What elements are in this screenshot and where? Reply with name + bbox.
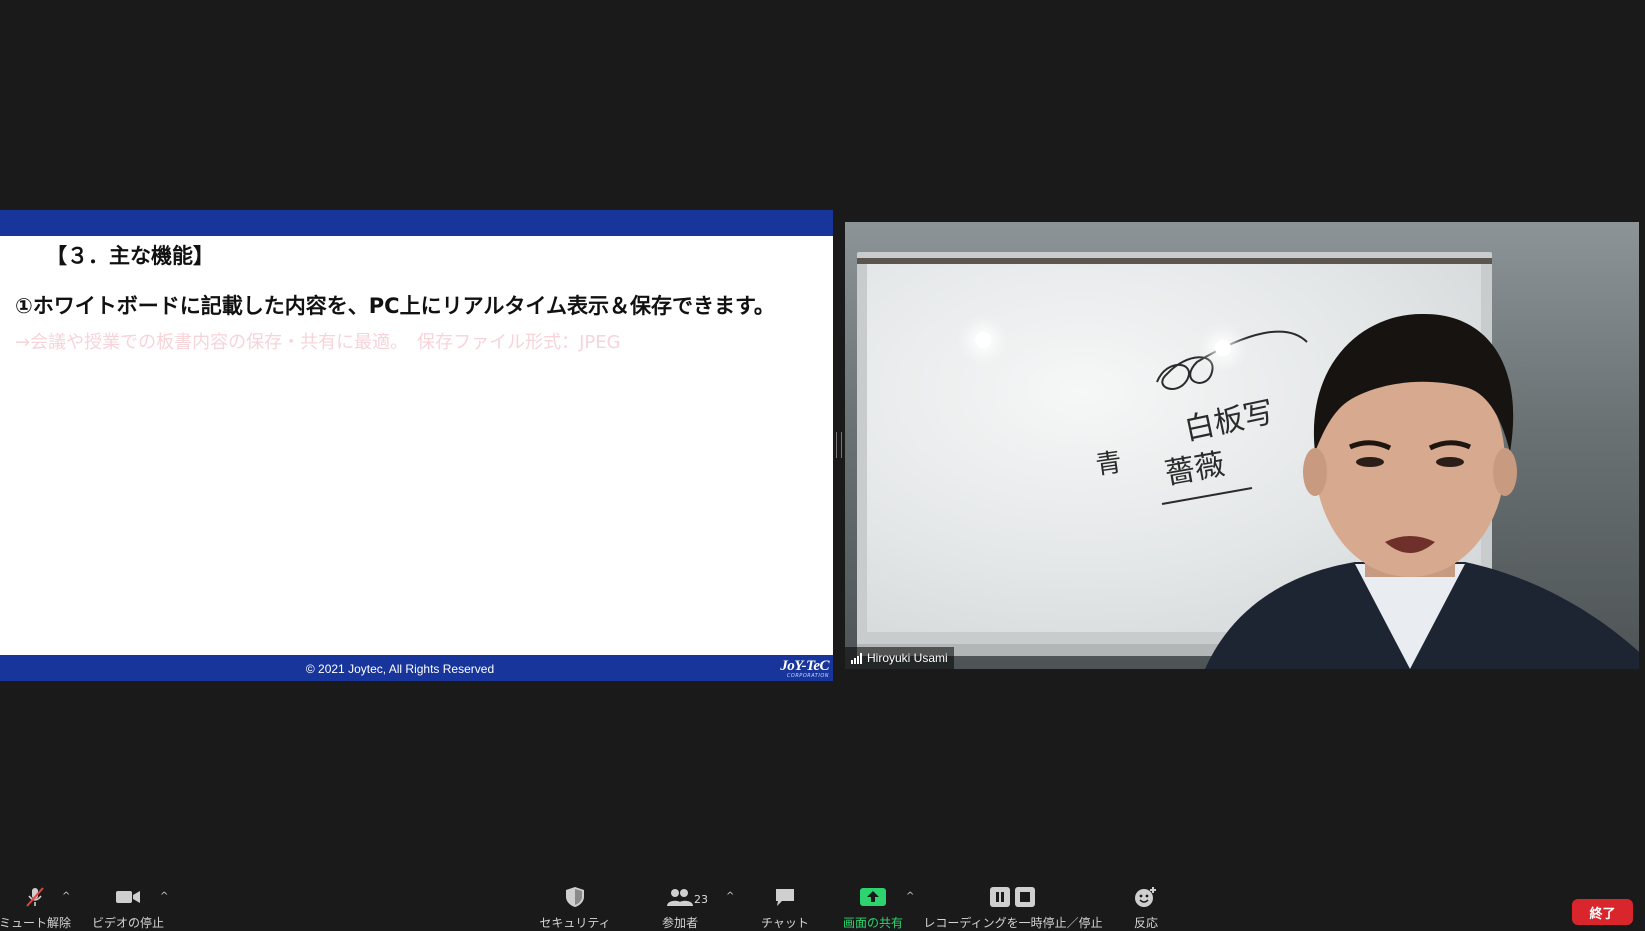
participant-name-tag: Hiroyuki Usami [845,647,954,669]
slide-top-band [0,210,833,236]
split-view-handle[interactable] [836,432,842,458]
end-meeting-button[interactable]: 終了 [1572,899,1633,925]
mute-button[interactable]: ミュート解除 [0,885,72,931]
recording-label: レコーディングを一時停止／停止 [923,916,1103,930]
shared-slide: 【３．主な機能】 ①ホワイトボードに記載した内容を、PC上にリアルタイム表示＆保… [0,210,833,681]
stop-video-label: ビデオの停止 [91,916,164,930]
slide-heading: 【３．主な機能】 [46,244,214,268]
video-options-caret-icon[interactable]: ^ [160,891,168,902]
participants-options-caret-icon[interactable]: ^ [726,891,734,902]
security-label: セキュリティ [539,916,611,930]
meeting-toolbar: ミュート解除 ^ ビデオの停止 ^ セキュリティ 参加者 23 ^ チャット 画… [0,885,1645,931]
share-screen-button[interactable]: 画面の共有 [838,885,908,931]
participants-label: 参加者 [661,916,698,930]
participant-name: Hiroyuki Usami [867,651,948,665]
participant-person [1205,313,1639,669]
reactions-button[interactable]: 反応 [1126,885,1166,931]
video-camera-icon [115,885,141,909]
mute-label: ミュート解除 [0,916,72,930]
emoji-add-icon [1134,885,1158,909]
recording-controls[interactable]: レコーディングを一時停止／停止 [923,885,1103,931]
shield-icon [565,885,585,909]
participant-video[interactable]: 白板写 青 薔薇 Hiroyuki Usami [845,222,1639,669]
muted-mic-icon [24,885,46,909]
ceiling-light-reflection [975,332,991,348]
joytec-logo: JoY-TeC CORPORATION [780,659,829,679]
share-screen-label: 画面の共有 [842,916,903,930]
people-icon [667,885,693,909]
slide-subtitle: →会議や授業での板書内容の保存・共有に最適。 保存ファイル形式：JPEG [15,332,621,353]
board-text-2: 青 [1094,448,1124,481]
stop-video-button[interactable]: ビデオの停止 [88,885,168,931]
participants-button[interactable]: 参加者 [650,885,710,931]
share-options-caret-icon[interactable]: ^ [906,891,914,902]
whiteboard-rail [857,258,1492,264]
audio-options-caret-icon[interactable]: ^ [62,891,70,902]
logo-sub-text: CORPORATION [786,673,829,679]
logo-main-text: JoY-TeC [780,658,829,674]
slide-bottom-band: © 2021 Joytec, All Rights Reserved JoY-T… [0,655,833,681]
chat-bubble-icon [774,885,796,909]
slide-feature-text: ①ホワイトボードに記載した内容を、PC上にリアルタイム表示＆保存できます。 [15,294,775,318]
pause-stop-icon [989,885,1037,909]
share-screen-icon [860,885,886,909]
participants-count: 23 [694,893,708,906]
slide-copyright: © 2021 Joytec, All Rights Reserved [305,662,495,676]
chat-label: チャット [761,916,809,930]
signal-strength-icon [851,652,862,664]
chat-button[interactable]: チャット [755,885,815,931]
reactions-label: 反応 [1133,916,1158,930]
security-button[interactable]: セキュリティ [539,885,611,931]
